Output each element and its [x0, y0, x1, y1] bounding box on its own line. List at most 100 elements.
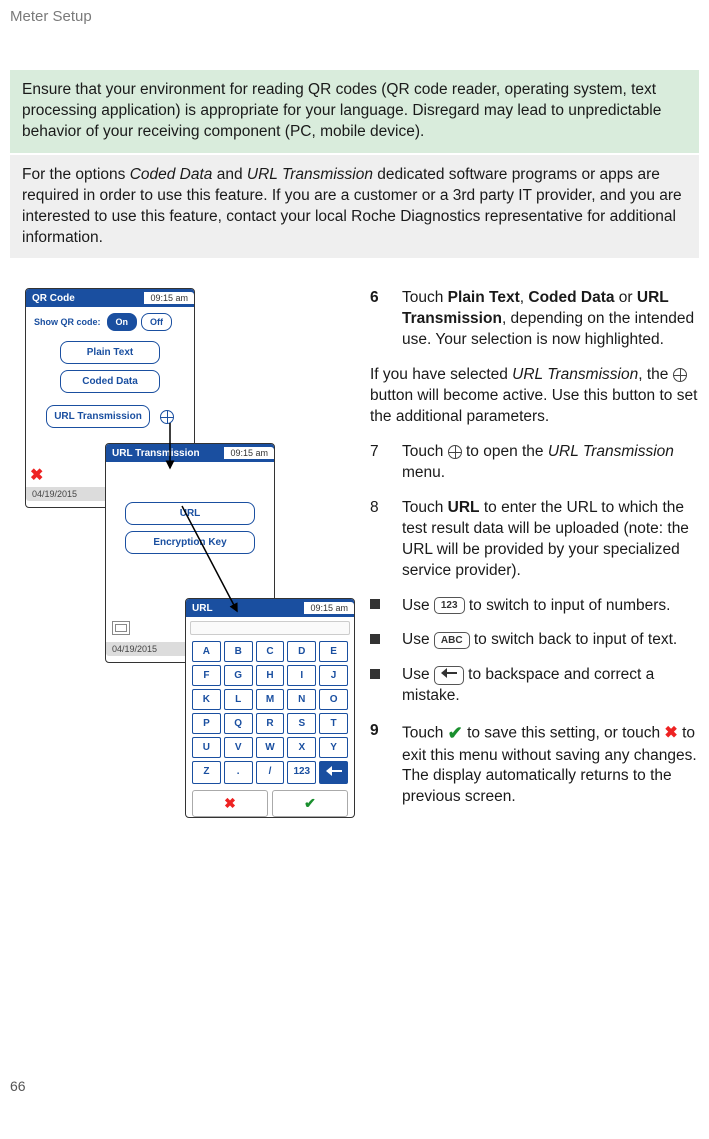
titlebar: QR Code 09:15 am	[26, 289, 194, 307]
screen-url-keyboard: URL 09:15 am A B C D E F G H I J K L	[185, 598, 355, 818]
screen-time: 09:15 am	[304, 602, 354, 614]
key-123-icon: 123	[434, 597, 465, 615]
key[interactable]: I	[287, 665, 316, 686]
cancel-button[interactable]: ✖	[192, 790, 268, 817]
text: menu.	[402, 464, 445, 481]
key[interactable]: L	[224, 689, 253, 710]
screen-title: QR Code	[26, 293, 144, 304]
key[interactable]: Y	[319, 737, 348, 758]
text: to switch back to input of text.	[470, 631, 678, 648]
globe-icon[interactable]	[160, 410, 174, 424]
text-bold: Coded Data	[528, 289, 614, 306]
key[interactable]: F	[192, 665, 221, 686]
text: Use	[402, 631, 434, 648]
page-header: Meter Setup	[10, 8, 699, 25]
text-italic: Coded Data	[130, 166, 213, 183]
text: For the options	[22, 166, 130, 183]
key[interactable]: O	[319, 689, 348, 710]
paragraph: If you have selected URL Transmission, t…	[370, 365, 699, 428]
key[interactable]: J	[319, 665, 348, 686]
globe-icon	[448, 445, 462, 459]
step-body: Touch URL to enter the URL to which the …	[402, 498, 699, 582]
text: to open the	[462, 443, 548, 460]
toggle-on[interactable]: On	[107, 313, 138, 331]
bullet	[370, 630, 402, 651]
cancel-icon[interactable]: ✖	[30, 465, 43, 485]
key[interactable]: K	[192, 689, 221, 710]
text: Use	[402, 597, 434, 614]
text-italic: URL Transmission	[548, 443, 674, 460]
key[interactable]: N	[287, 689, 316, 710]
key[interactable]: B	[224, 641, 253, 662]
key-123[interactable]: 123	[287, 761, 316, 784]
key[interactable]: A	[192, 641, 221, 662]
bullet	[370, 596, 402, 617]
option-coded-data[interactable]: Coded Data	[60, 370, 160, 393]
step-body: Touch ✔ to save this setting, or touch ✖…	[402, 721, 699, 808]
key[interactable]: G	[224, 665, 253, 686]
key[interactable]: E	[319, 641, 348, 662]
figure-column: QR Code 09:15 am Show QR code: On Off Pl…	[10, 288, 360, 828]
text-italic: URL Transmission	[247, 166, 373, 183]
key[interactable]: T	[319, 713, 348, 734]
key[interactable]: H	[256, 665, 285, 686]
key[interactable]: X	[287, 737, 316, 758]
step-body: Use 123 to switch to input of numbers.	[402, 596, 699, 617]
key[interactable]: M	[256, 689, 285, 710]
backspace-icon	[434, 666, 464, 685]
key[interactable]: W	[256, 737, 285, 758]
text: If you have selected	[370, 366, 512, 383]
text: button will become active. Use this butt…	[370, 387, 697, 425]
key[interactable]: /	[256, 761, 285, 784]
note-green: Ensure that your environment for reading…	[10, 70, 699, 153]
note-grey: For the options Coded Data and URL Trans…	[10, 155, 699, 259]
text: or	[615, 289, 637, 306]
key-abc-icon: ABC	[434, 632, 470, 650]
check-icon: ✔	[448, 723, 463, 743]
key[interactable]: C	[256, 641, 285, 662]
toggle-off[interactable]: Off	[141, 313, 172, 331]
key[interactable]: P	[192, 713, 221, 734]
text: Touch	[402, 443, 448, 460]
text: Touch	[402, 724, 448, 741]
text: to save this setting, or touch	[463, 724, 665, 741]
option-url-transmission[interactable]: URL Transmission	[46, 405, 150, 428]
text: Touch	[402, 289, 448, 306]
screen-time: 09:15 am	[144, 292, 194, 304]
back-icon[interactable]	[112, 621, 130, 638]
screen-time: 09:15 am	[224, 447, 274, 459]
text: Touch	[402, 499, 448, 516]
step-body: Touch Plain Text, Coded Data or URL Tran…	[402, 288, 699, 351]
key[interactable]: Q	[224, 713, 253, 734]
arrow-icon	[160, 423, 200, 483]
key[interactable]: R	[256, 713, 285, 734]
text: Use	[402, 666, 434, 683]
text: and	[212, 166, 246, 183]
keyboard: A B C D E F G H I J K L M N O P Q	[190, 639, 350, 786]
step-body: Touch to open the URL Transmission menu.	[402, 442, 699, 484]
step-number: 7	[370, 442, 402, 484]
show-qr-label: Show QR code:	[34, 317, 101, 327]
text: to switch to input of numbers.	[465, 597, 671, 614]
text-bold: URL	[448, 499, 480, 516]
key[interactable]: V	[224, 737, 253, 758]
key-backspace[interactable]	[319, 761, 348, 784]
key[interactable]: D	[287, 641, 316, 662]
key[interactable]: S	[287, 713, 316, 734]
step-body: Use to backspace and correct a mistake.	[402, 665, 699, 707]
instructions-column: 6 Touch Plain Text, Coded Data or URL Tr…	[360, 288, 699, 822]
key[interactable]: Z	[192, 761, 221, 784]
step-number: 6	[370, 288, 402, 351]
option-plain-text[interactable]: Plain Text	[60, 341, 160, 364]
arrow-icon	[182, 506, 262, 626]
text: , the	[638, 366, 672, 383]
step-body: Use ABC to switch back to input of text.	[402, 630, 699, 651]
key[interactable]: U	[192, 737, 221, 758]
step-number: 9	[370, 721, 402, 808]
globe-icon	[673, 368, 687, 382]
bullet	[370, 665, 402, 707]
confirm-button[interactable]: ✔	[272, 790, 348, 817]
page-number: 66	[10, 1078, 699, 1094]
step-number: 8	[370, 498, 402, 582]
key[interactable]: .	[224, 761, 253, 784]
